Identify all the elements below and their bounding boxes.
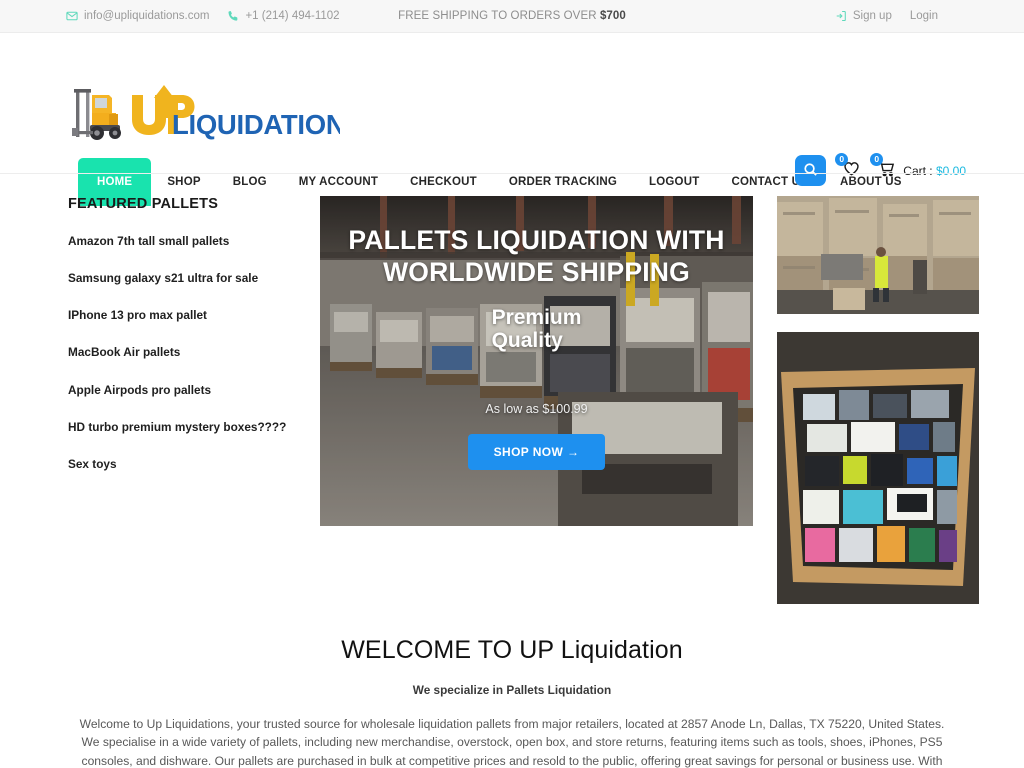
site-logo[interactable]: LIQUIDATION	[68, 81, 340, 147]
signin-arrow-icon	[835, 10, 847, 22]
signup-link[interactable]: Sign up	[835, 10, 892, 22]
cart-count-badge: 0	[870, 152, 884, 166]
welcome-paragraph: Welcome to Up Liquidations, your trusted…	[60, 715, 964, 768]
welcome-subheading: We specialize in Pallets Liquidation	[412, 683, 612, 697]
hero-title-line2: WORLDWIDE SHIPPING	[383, 257, 690, 288]
forklift-illustration	[72, 89, 121, 140]
welcome-paragraph-part1: Welcome to Up Liquidations, your trusted…	[79, 717, 945, 768]
phone-text: +1 (214) 494-1102	[245, 10, 340, 22]
side-images	[777, 196, 979, 604]
login-link[interactable]: Login	[910, 10, 938, 22]
shop-now-button[interactable]: SHOP NOW →	[467, 433, 606, 470]
warehouse-pallets-image	[777, 196, 979, 314]
signup-label: Sign up	[852, 10, 892, 22]
sidebar-item-mystery-boxes[interactable]: HD turbo premium mystery boxes????	[68, 420, 296, 434]
hero-row: FEATURED PALLETS Amazon 7th tall small p…	[0, 174, 1024, 604]
sidebar-item-iphone-13[interactable]: IPhone 13 pro max pallet	[68, 308, 296, 322]
welcome-heading: WELCOME TO UP Liquidation	[341, 636, 683, 664]
site-header: LIQUIDATION HOME SHOP BLOG MY ACCOUNT CH…	[0, 33, 1024, 206]
hero-title-line1: PALLETS LIQUIDATION WITH	[348, 225, 725, 255]
sidebar-item-amazon-pallets[interactable]: Amazon 7th tall small pallets	[68, 234, 296, 248]
wishlist-count-badge: 0	[835, 152, 849, 166]
topbar-contact-group: info@upliquidations.com +1 (214) 494-110…	[66, 10, 340, 22]
mixed-goods-box-thumbnail[interactable]	[777, 332, 979, 604]
welcome-section: WELCOME TO UP Liquidation We specialize …	[0, 636, 1024, 768]
free-shipping-amount: $700	[599, 10, 626, 22]
hero-content: PALLETS LIQUIDATION WITH WORLDWIDE SHIPP…	[320, 196, 753, 526]
warehouse-pallets-thumbnail[interactable]	[777, 196, 979, 314]
free-shipping-text: FREE SHIPPING TO ORDERS OVER	[398, 10, 600, 22]
phone-contact[interactable]: +1 (214) 494-1102	[227, 10, 340, 22]
top-utility-bar: info@upliquidations.com +1 (214) 494-110…	[0, 0, 1024, 33]
mixed-goods-box-image	[777, 332, 979, 604]
sidebar-item-samsung-s21[interactable]: Samsung galaxy s21 ultra for sale	[68, 271, 296, 285]
sidebar-item-macbook-air[interactable]: MacBook Air pallets	[68, 345, 296, 359]
featured-pallets-sidebar: FEATURED PALLETS Amazon 7th tall small p…	[68, 196, 296, 604]
login-label: Login	[909, 10, 938, 22]
hero-banner[interactable]: PALLETS LIQUIDATION WITH WORLDWIDE SHIPP…	[320, 196, 753, 526]
hero-price-text: As low as $100.99	[485, 401, 588, 416]
hero-subtitle-line1: Premium	[491, 305, 582, 329]
topbar-account-group: Sign up Login	[835, 10, 938, 22]
phone-icon	[227, 10, 239, 22]
logo-liquidation-text: LIQUIDATION	[172, 109, 340, 140]
email-contact[interactable]: info@upliquidations.com	[66, 10, 209, 22]
main-content: FEATURED PALLETS Amazon 7th tall small p…	[0, 173, 1024, 768]
hero-subtitle-line2: Quality	[491, 329, 563, 353]
email-text: info@upliquidations.com	[84, 10, 210, 22]
hero-title: PALLETS LIQUIDATION WITH WORLDWIDE SHIPP…	[320, 224, 753, 289]
hero-subtitle: Premium Quality	[492, 306, 582, 353]
envelope-icon	[66, 10, 78, 22]
sidebar-heading: FEATURED PALLETS	[68, 196, 219, 212]
sidebar-item-airpods-pro[interactable]: Apple Airpods pro pallets	[68, 383, 296, 397]
sidebar-item-sex-toys[interactable]: Sex toys	[68, 457, 296, 471]
